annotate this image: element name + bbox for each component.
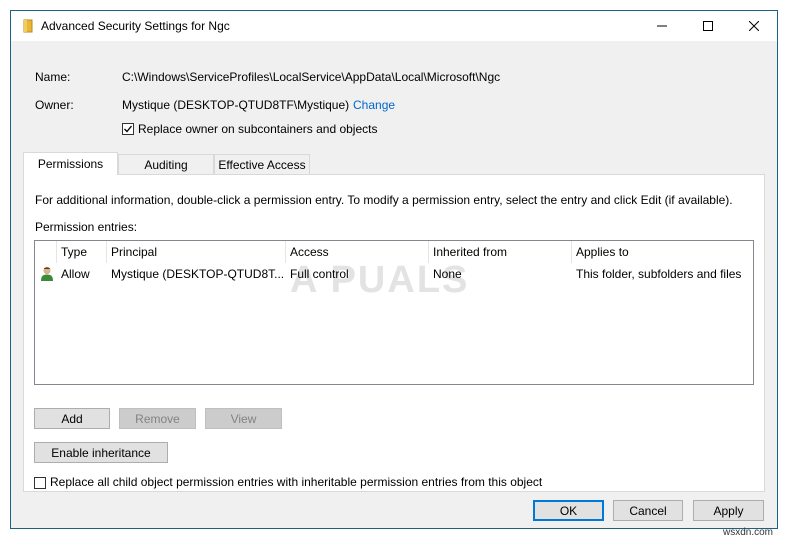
column-access[interactable]: Access xyxy=(286,241,429,263)
minimize-button[interactable] xyxy=(639,11,685,41)
view-button[interactable]: View xyxy=(205,408,282,429)
replace-owner-checkbox[interactable] xyxy=(122,123,134,135)
row-applies-to: This folder, subfolders and files xyxy=(576,267,742,281)
title-bar[interactable]: Advanced Security Settings for Ngc xyxy=(11,11,777,41)
advanced-security-settings-window: Advanced Security Settings for Ngc Name:… xyxy=(10,10,778,529)
enable-inheritance-button[interactable]: Enable inheritance xyxy=(34,442,168,463)
replace-child-permissions-label: Replace all child object permission entr… xyxy=(50,475,543,489)
checkmark-icon xyxy=(124,125,133,133)
row-access: Full control xyxy=(290,267,349,281)
permissions-panel: For additional information, double-click… xyxy=(23,174,765,492)
window-title: Advanced Security Settings for Ngc xyxy=(41,19,230,33)
remove-button[interactable]: Remove xyxy=(119,408,196,429)
column-inherited-from[interactable]: Inherited from xyxy=(429,241,572,263)
replace-owner-label: Replace owner on subcontainers and objec… xyxy=(138,122,378,136)
maximize-icon xyxy=(703,21,713,31)
close-button[interactable] xyxy=(731,11,777,41)
row-inherited-from: None xyxy=(433,267,462,281)
table-row[interactable]: Allow Mystique (DESKTOP-QTUD8T... Full c… xyxy=(35,263,753,285)
row-principal: Mystique (DESKTOP-QTUD8T... xyxy=(111,267,285,281)
column-applies-to[interactable]: Applies to xyxy=(572,241,753,263)
name-label: Name: xyxy=(35,70,71,84)
tab-permissions[interactable]: Permissions xyxy=(23,152,118,175)
cancel-button[interactable]: Cancel xyxy=(613,500,683,521)
tab-effective-access[interactable]: Effective Access xyxy=(214,154,310,174)
tab-auditing[interactable]: Auditing xyxy=(118,154,214,174)
row-type: Allow xyxy=(61,267,90,281)
close-icon xyxy=(749,21,759,31)
owner-label: Owner: xyxy=(35,98,74,112)
column-type[interactable]: Type xyxy=(57,241,107,263)
name-value: C:\Windows\ServiceProfiles\LocalService\… xyxy=(122,70,501,84)
replace-child-permissions-checkbox[interactable] xyxy=(34,477,46,489)
apply-button[interactable]: Apply xyxy=(693,500,764,521)
add-button[interactable]: Add xyxy=(34,408,110,429)
site-watermark: wsxdn.com xyxy=(723,527,774,538)
maximize-button[interactable] xyxy=(685,11,731,41)
column-principal[interactable]: Principal xyxy=(107,241,286,263)
permissions-info-text: For additional information, double-click… xyxy=(35,193,733,207)
user-icon xyxy=(40,266,54,285)
change-owner-link[interactable]: Change xyxy=(353,98,395,112)
column-icon xyxy=(35,241,57,263)
minimize-icon xyxy=(657,25,667,27)
owner-value: Mystique (DESKTOP-QTUD8TF\Mystique) xyxy=(122,98,350,112)
permission-entries-label: Permission entries: xyxy=(35,220,138,234)
folder-icon xyxy=(23,19,33,33)
permission-entries-list[interactable]: Type Principal Access Inherited from App… xyxy=(34,240,754,385)
list-header: Type Principal Access Inherited from App… xyxy=(35,241,753,263)
ok-button[interactable]: OK xyxy=(533,500,604,521)
